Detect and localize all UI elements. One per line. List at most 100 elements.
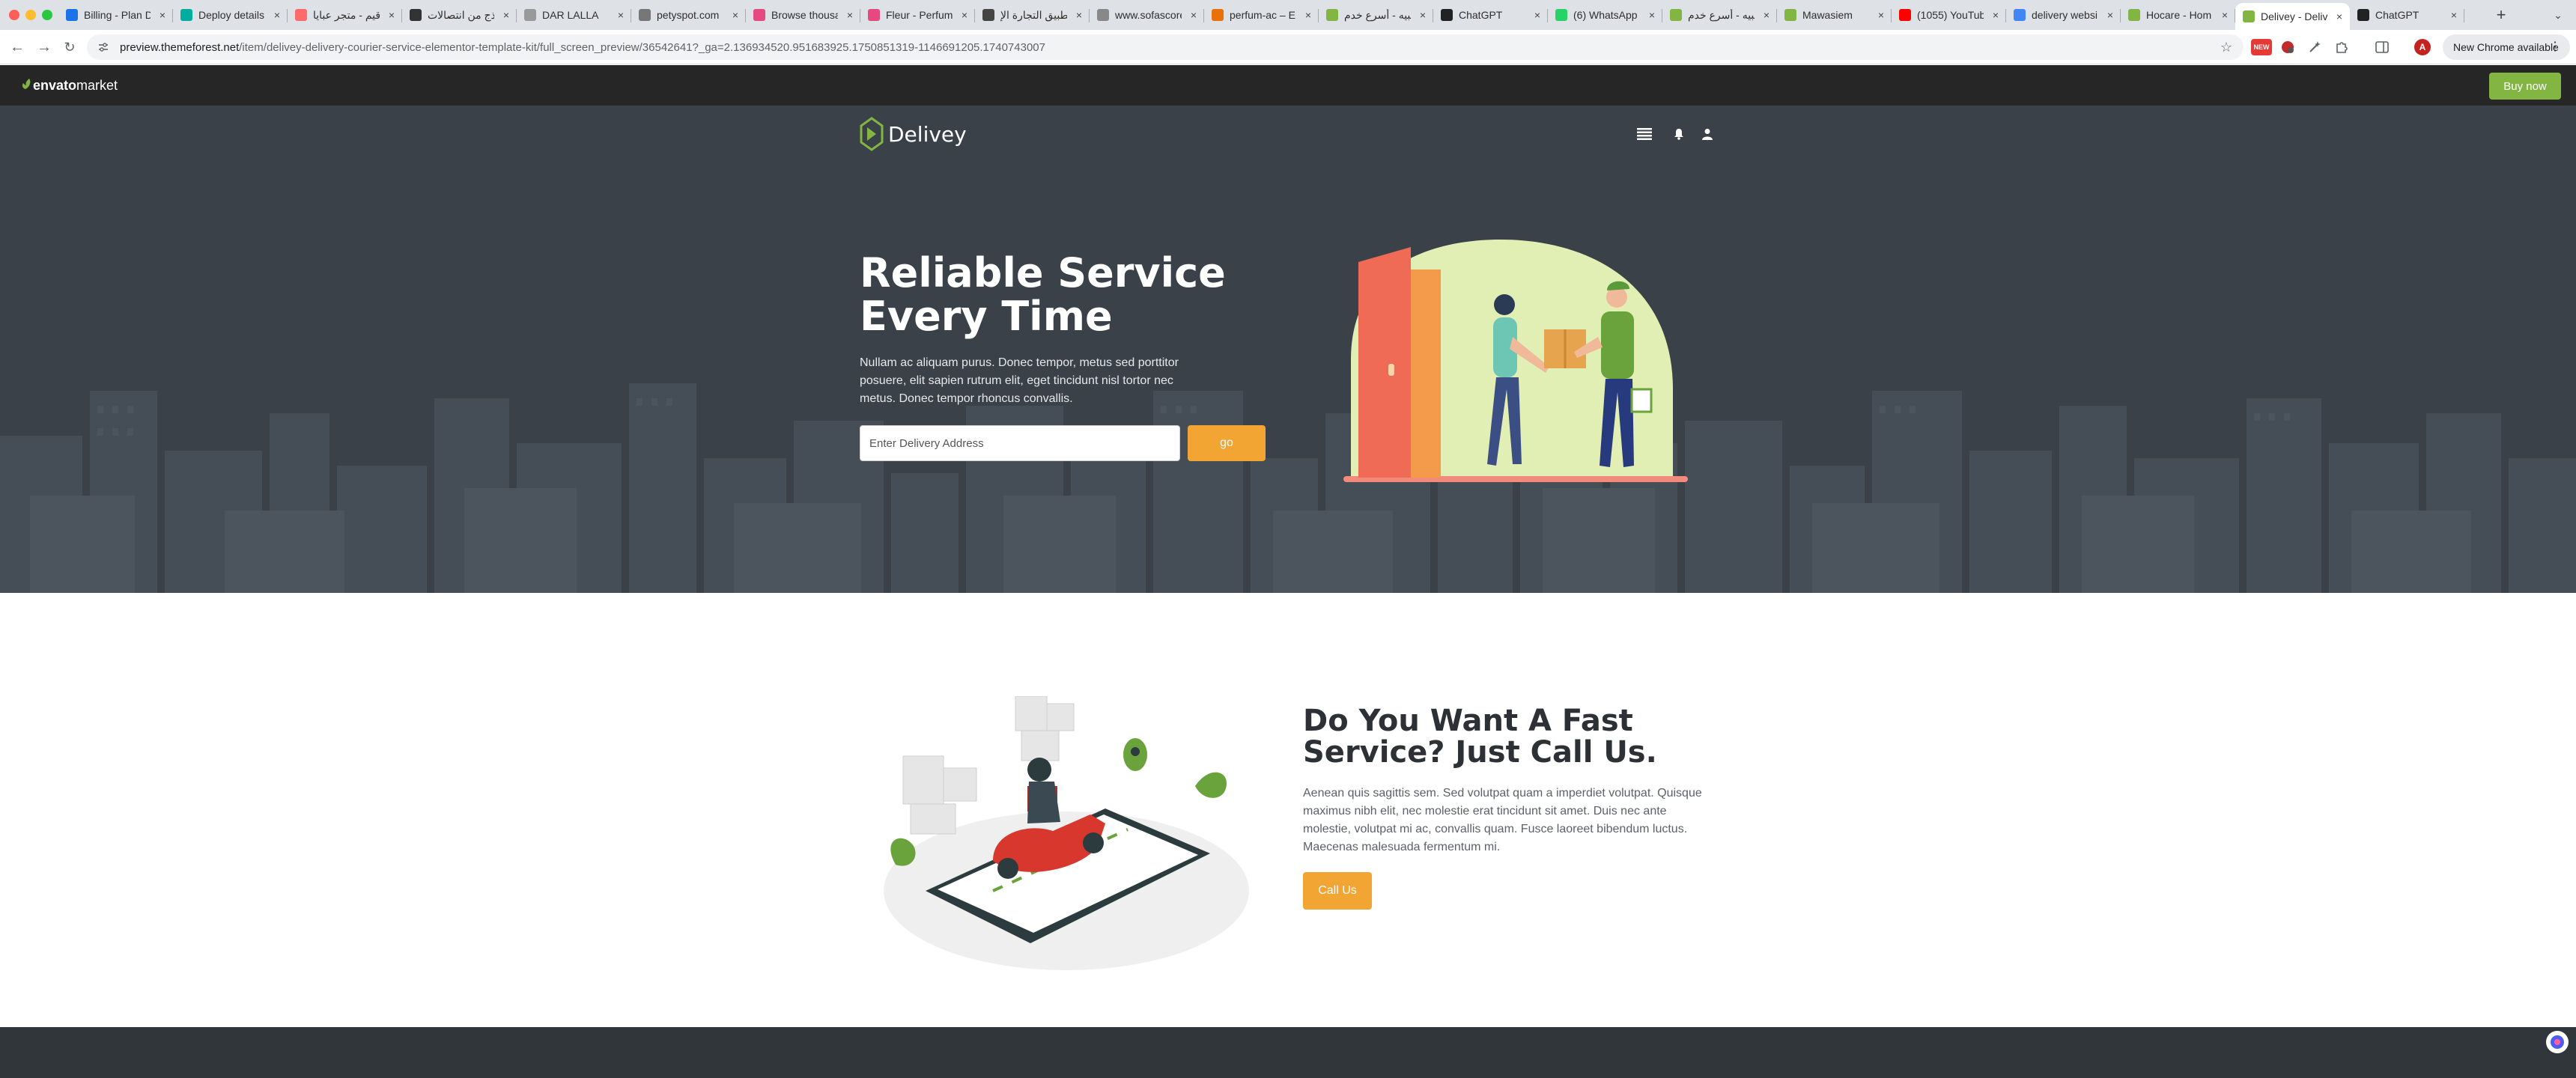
- tab-title: ليبيه - أسرع خدم: [1344, 8, 1411, 21]
- tab-close-icon[interactable]: ×: [389, 9, 395, 21]
- browser-tab[interactable]: نماذج من انتصالات ×: [402, 3, 517, 27]
- extensions-puzzle-icon[interactable]: [2333, 39, 2350, 55]
- tab-title: Browse thousa: [771, 9, 838, 21]
- go-button[interactable]: go: [1188, 425, 1266, 461]
- browser-tab[interactable]: Billing - Plan D ×: [58, 3, 173, 27]
- profile-avatar[interactable]: A: [2414, 39, 2431, 55]
- back-button[interactable]: ←: [7, 37, 27, 57]
- extension-wand-icon[interactable]: [2306, 39, 2323, 55]
- tab-favicon-icon: [753, 9, 765, 21]
- window-close-button[interactable]: [9, 10, 19, 20]
- tab-close-icon[interactable]: ×: [503, 9, 509, 21]
- delivery-address-input[interactable]: [860, 425, 1180, 461]
- tab-close-icon[interactable]: ×: [962, 9, 967, 21]
- address-bar[interactable]: preview.themeforest.net/item/delivey-del…: [87, 34, 2244, 60]
- delivey-logo[interactable]: Delivey: [860, 114, 967, 154]
- browser-tab[interactable]: DAR LALLA ×: [517, 3, 631, 27]
- extension-red-icon[interactable]: [2279, 39, 2296, 55]
- city-skyline-background: [0, 383, 2576, 593]
- window-minimize-button[interactable]: [25, 10, 36, 20]
- chat-widget-icon[interactable]: [2546, 1031, 2569, 1053]
- tab-close-icon[interactable]: ×: [1534, 9, 1540, 21]
- tab-favicon-icon: [868, 9, 880, 21]
- envato-logo-light: market: [76, 77, 118, 93]
- tab-close-icon[interactable]: ×: [2451, 9, 2457, 21]
- browser-tab[interactable]: www.sofascore ×: [1090, 3, 1204, 27]
- browser-tab[interactable]: قيم - متجر عبايا ×: [288, 3, 402, 27]
- new-tab-button[interactable]: +: [2491, 4, 2512, 25]
- tab-close-icon[interactable]: ×: [1305, 9, 1311, 21]
- tab-title: Deploy details: [198, 9, 264, 21]
- tab-close-icon[interactable]: ×: [1993, 9, 1999, 21]
- browser-tab[interactable]: (1055) YouTube ×: [1892, 3, 2006, 27]
- tab-close-icon[interactable]: ×: [1420, 9, 1426, 21]
- tab-close-icon[interactable]: ×: [2107, 9, 2113, 21]
- extension-new-badge[interactable]: NEW: [2251, 39, 2272, 55]
- tab-title: (6) WhatsApp: [1573, 9, 1638, 21]
- bell-icon[interactable]: [1670, 125, 1688, 143]
- tab-close-icon[interactable]: ×: [1076, 9, 1082, 21]
- user-icon[interactable]: [1698, 125, 1716, 143]
- tab-favicon-icon: [66, 9, 78, 21]
- browser-tab[interactable]: ChatGPT ×: [1433, 3, 1548, 27]
- envato-leaf-icon: [21, 77, 31, 94]
- reload-button[interactable]: ↻: [60, 37, 79, 57]
- tab-title: perfum-ac – E: [1230, 9, 1295, 21]
- menu-icon[interactable]: [1635, 125, 1653, 143]
- tab-favicon-icon: [2014, 9, 2026, 21]
- browser-tab[interactable]: Fleur - Perfum ×: [860, 3, 975, 27]
- browser-tab[interactable]: Deploy details ×: [173, 3, 288, 27]
- tab-close-icon[interactable]: ×: [1649, 9, 1655, 21]
- tab-close-icon[interactable]: ×: [618, 9, 624, 21]
- new-chrome-available-button[interactable]: New Chrome available ⋮: [2443, 34, 2570, 60]
- browser-tab[interactable]: Hocare - Hom ×: [2121, 3, 2235, 27]
- browser-tab[interactable]: perfum-ac – E ×: [1204, 3, 1319, 27]
- tab-title: Hocare - Hom: [2146, 9, 2212, 21]
- tab-close-icon[interactable]: ×: [2222, 9, 2228, 21]
- site-info-icon[interactable]: [94, 38, 112, 56]
- browser-tab[interactable]: Delivey - Deliv ×: [2235, 3, 2350, 30]
- tab-close-icon[interactable]: ×: [160, 9, 165, 21]
- browser-tab[interactable]: Mawasiem ×: [1777, 3, 1892, 27]
- delivey-logo-icon: [860, 117, 884, 151]
- browser-tab[interactable]: ليبيه - أسرع خدم ×: [1319, 3, 1433, 27]
- browser-toolbar: ← → ↻ preview.themeforest.net/item/deliv…: [0, 30, 2576, 64]
- scooter-delivery-illustration: [884, 696, 1249, 970]
- url-text: preview.themeforest.net/item/delivey-del…: [120, 41, 1045, 54]
- tab-close-icon[interactable]: ×: [1191, 9, 1197, 21]
- tab-close-icon[interactable]: ×: [274, 9, 280, 21]
- tab-close-icon[interactable]: ×: [2336, 10, 2342, 22]
- new-chrome-label: New Chrome available: [2453, 41, 2559, 53]
- call-us-button[interactable]: Call Us: [1303, 872, 1372, 910]
- tab-close-icon[interactable]: ×: [1764, 9, 1770, 21]
- envato-market-logo[interactable]: envato market: [21, 76, 118, 95]
- browser-tab[interactable]: petyspot.com ×: [631, 3, 746, 27]
- tab-favicon-icon: [1670, 9, 1682, 21]
- hero-section: Delivey Reliable Service Every Time Null…: [0, 106, 2576, 593]
- browser-tab[interactable]: ليبيه - أسرع خدم ×: [1662, 3, 1777, 27]
- tab-close-icon[interactable]: ×: [1878, 9, 1884, 21]
- buy-now-button[interactable]: Buy now: [2489, 73, 2561, 100]
- envato-logo-bold: envato: [33, 77, 77, 93]
- url-host: preview.themeforest.net: [120, 40, 240, 54]
- chrome-menu-icon[interactable]: ⋮: [2549, 39, 2561, 54]
- hero-description: Nullam ac aliquam purus. Donec tempor, m…: [860, 356, 1179, 405]
- tab-favicon-icon: [1097, 9, 1109, 21]
- forward-button[interactable]: →: [34, 37, 54, 57]
- footer-section: [0, 1027, 2576, 1078]
- side-panel-icon[interactable]: [2374, 39, 2390, 55]
- browser-tab[interactable]: Browse thousa ×: [746, 3, 860, 27]
- tab-close-icon[interactable]: ×: [847, 9, 853, 21]
- bookmark-star-icon[interactable]: ☆: [2218, 39, 2235, 55]
- tab-search-button[interactable]: ⌄: [2549, 6, 2567, 24]
- browser-tab[interactable]: (6) WhatsApp ×: [1548, 3, 1662, 27]
- browser-tab[interactable]: ChatGPT ×: [2350, 3, 2464, 27]
- browser-tab[interactable]: delivery websi ×: [2006, 3, 2121, 27]
- tab-favicon-icon: [1555, 9, 1567, 21]
- tab-title: ليبيه - أسرع خدم: [1688, 8, 1755, 21]
- tab-favicon-icon: [1899, 9, 1911, 21]
- tab-close-icon[interactable]: ×: [732, 9, 738, 21]
- window-zoom-button[interactable]: [42, 10, 52, 20]
- delivery-handover-illustration: [1343, 240, 1688, 482]
- browser-tab[interactable]: تطبيق التجارة الإ ×: [975, 3, 1090, 27]
